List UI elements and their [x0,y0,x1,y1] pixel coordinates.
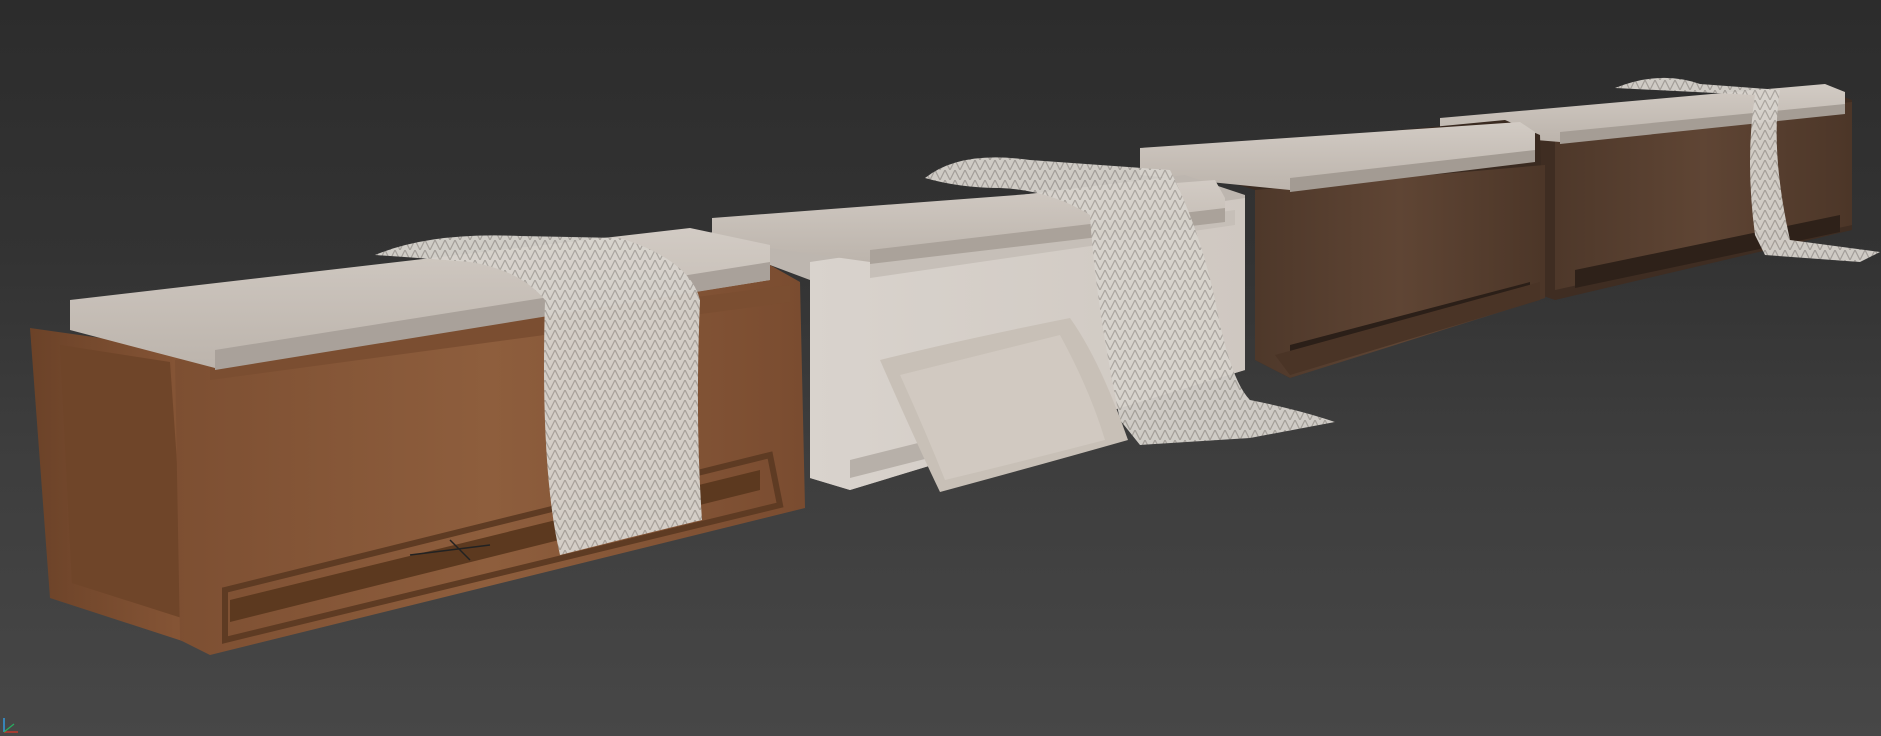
axis-tripod-icon [3,718,18,733]
scene-render[interactable] [0,0,1881,736]
3d-viewport[interactable] [0,0,1881,736]
bench-walnut[interactable] [30,228,805,655]
